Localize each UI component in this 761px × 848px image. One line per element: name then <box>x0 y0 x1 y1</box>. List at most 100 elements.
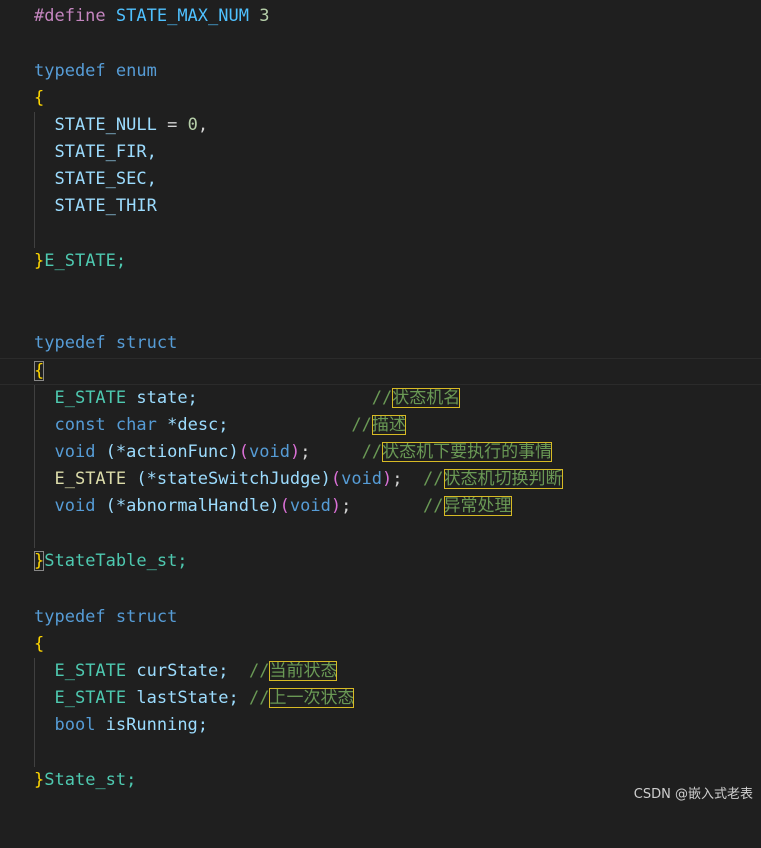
code-line: STATE_SEC, <box>0 166 156 193</box>
void-keyword: void <box>341 469 383 489</box>
preprocessor-keyword: #define <box>34 6 106 26</box>
type-name: State_st; <box>44 770 137 790</box>
watermark: CSDN @嵌入式老表 <box>633 787 753 802</box>
function-pointer: (*stateSwitchJudge) <box>126 469 331 489</box>
open-brace: { <box>34 361 45 381</box>
comment-prefix: // <box>423 496 444 516</box>
type-name: E_STATE <box>54 388 127 408</box>
comma: , <box>197 115 209 135</box>
type-name: E_STATE <box>54 661 127 681</box>
typedef-keyword: typedef <box>34 61 106 81</box>
enum-member: STATE_FIR, <box>54 142 157 162</box>
open-brace: { <box>34 88 45 108</box>
const-keyword: const <box>54 415 106 435</box>
comment-text: 上一次状态 <box>269 688 355 708</box>
comment-text: 状态机切换判断 <box>443 469 563 489</box>
void-keyword: void <box>54 496 96 516</box>
bool-keyword: bool <box>54 715 96 735</box>
code-line: { <box>0 631 45 658</box>
code-line: E_STATE (*stateSwitchJudge)(void); //状态机… <box>0 466 563 493</box>
code-line: void (*abnormalHandle)(void); //异常处理 <box>0 493 512 520</box>
enum-keyword: enum <box>115 61 157 81</box>
function-pointer: (*actionFunc) <box>95 442 239 462</box>
comment-text: 状态机下要执行的事情 <box>382 442 553 462</box>
field-name: isRunning; <box>95 715 209 735</box>
field-name: *desc; <box>156 415 229 435</box>
code-line: { <box>0 358 45 385</box>
void-keyword: void <box>54 442 96 462</box>
comment-prefix: // <box>371 388 393 408</box>
comment-prefix: // <box>423 469 444 489</box>
paren: ( <box>330 469 342 489</box>
comment-text: 状态机名 <box>392 388 461 408</box>
comment-prefix: // <box>361 442 383 462</box>
enum-member: STATE_SEC, <box>54 169 157 189</box>
type-name: E_STATE; <box>44 251 127 271</box>
typedef-keyword: typedef <box>34 607 106 627</box>
enum-value: 0 <box>187 115 198 135</box>
typedef-keyword: typedef <box>34 333 106 353</box>
paren: ) <box>330 496 342 516</box>
code-line: STATE_THIR <box>0 193 156 220</box>
code-line: E_STATE lastState; //上一次状态 <box>0 685 355 712</box>
type-name: StateTable_st; <box>44 551 188 571</box>
code-line: }E_STATE; <box>0 248 126 275</box>
code-line: typedef enum <box>0 58 157 85</box>
close-brace: } <box>34 551 45 571</box>
field-name: curState; <box>126 661 229 681</box>
code-line: { <box>0 85 45 112</box>
struct-keyword: struct <box>115 607 178 627</box>
code-line: typedef struct <box>0 330 177 357</box>
paren: ) <box>289 442 301 462</box>
struct-keyword: struct <box>115 333 178 353</box>
paren: ( <box>279 496 290 516</box>
comment-prefix: // <box>248 688 270 708</box>
semicolon: ; <box>300 442 311 462</box>
enum-member: STATE_NULL <box>54 115 157 135</box>
void-keyword: void <box>248 442 290 462</box>
close-brace: } <box>34 770 45 790</box>
comment-prefix: // <box>248 661 270 681</box>
code-line: void (*actionFunc)(void); //状态机下要执行的事情 <box>0 439 553 466</box>
code-line: STATE_NULL = 0, <box>0 112 208 139</box>
paren: ( <box>238 442 249 462</box>
code-line: typedef struct <box>0 604 177 631</box>
semicolon: ; <box>392 469 403 489</box>
paren: ) <box>382 469 393 489</box>
macro-name: STATE_MAX_NUM <box>115 6 249 26</box>
enum-member: STATE_THIR <box>54 196 157 216</box>
char-keyword: char <box>115 415 157 435</box>
field-name: state; <box>126 388 198 408</box>
field-name: lastState; <box>126 688 239 708</box>
comment-text: 异常处理 <box>443 496 512 516</box>
function-pointer: (*abnormalHandle) <box>95 496 280 516</box>
code-editor[interactable]: #define STATE_MAX_NUM 3 typedef enum { S… <box>0 0 761 808</box>
comment-text: 当前状态 <box>269 661 338 681</box>
comment-prefix: // <box>351 415 372 435</box>
open-brace: { <box>34 634 45 654</box>
code-line: E_STATE state; //状态机名 <box>0 385 461 412</box>
void-keyword: void <box>289 496 331 516</box>
code-line: STATE_FIR, <box>0 139 156 166</box>
type-name: E_STATE <box>54 688 127 708</box>
code-line: E_STATE curState; //当前状态 <box>0 658 338 685</box>
type-name: E_STATE <box>54 469 127 489</box>
code-line: #define STATE_MAX_NUM 3 <box>0 3 269 30</box>
comment-text: 描述 <box>371 415 406 435</box>
code-line: }State_st; <box>0 767 136 794</box>
code-line: const char *desc; //描述 <box>0 412 406 439</box>
current-line-highlight <box>0 358 761 385</box>
semicolon: ; <box>341 496 352 516</box>
close-brace: } <box>34 251 45 271</box>
operator: = <box>156 115 188 135</box>
code-line: bool isRunning; <box>0 712 208 739</box>
code-line: }StateTable_st; <box>0 548 188 575</box>
macro-value: 3 <box>259 6 270 26</box>
